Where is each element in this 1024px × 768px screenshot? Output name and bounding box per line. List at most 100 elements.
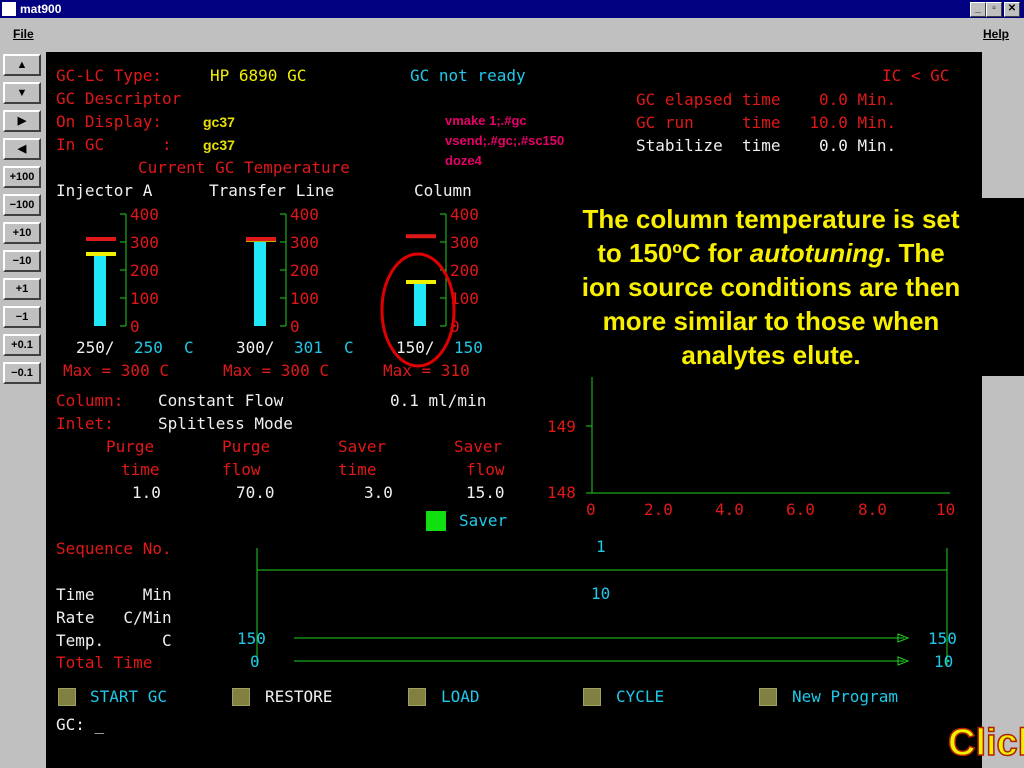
gauge-scale-label: 400: [450, 205, 479, 224]
gc-control-screen: GC-LC Type: HP 6890 GC GC not ready IC <…: [46, 52, 982, 768]
saver-flow-value[interactable]: 15.0: [466, 484, 505, 502]
injector-actual: 250/: [76, 338, 115, 357]
minimize-button[interactable]: _: [970, 2, 986, 17]
gc-status: GC not ready: [410, 66, 526, 85]
cycle-label[interactable]: CYCLE: [616, 688, 664, 706]
restore-checkbox[interactable]: [232, 688, 250, 706]
plot-x-tick-label: 6.0: [786, 500, 815, 519]
close-button[interactable]: ✕: [1004, 2, 1020, 17]
load-label[interactable]: LOAD: [441, 688, 480, 706]
column-highlight-circle: [380, 252, 456, 368]
window-titlebar: mat900 _ ▫ ✕: [0, 0, 1024, 18]
plus-100-button[interactable]: +100: [3, 166, 41, 188]
ic-gc-mode: IC < GC: [882, 66, 950, 85]
saver-flow-header-1: Saver: [454, 437, 503, 456]
temp-label: Temp. C: [56, 631, 172, 650]
gauge-scale-label: 200: [130, 261, 159, 280]
transfer-actual: 300/: [236, 338, 275, 357]
gauge-scale-label: 100: [130, 289, 159, 308]
plot-y-tick-label: 149: [547, 417, 576, 436]
callout-line-2: to 150ºC for autotuning. The: [518, 236, 1024, 270]
plus-0-1-button[interactable]: +0.1: [3, 334, 41, 356]
purge-flow-header-2: flow: [222, 460, 261, 479]
menu-bar: File Help: [0, 20, 1024, 48]
restore-label[interactable]: RESTORE: [265, 688, 332, 706]
purge-flow-value[interactable]: 70.0: [236, 484, 275, 502]
menu-help[interactable]: Help: [983, 27, 1009, 41]
zone-name-injector: Injector A: [56, 181, 153, 200]
annotation-callout: The column temperature is set to 150ºC f…: [518, 198, 1024, 376]
on-display-label: On Display:: [56, 112, 162, 131]
left-arrow-button[interactable]: ◀: [3, 138, 41, 160]
gc-command-prompt[interactable]: GC: _: [56, 716, 104, 734]
purge-time-value[interactable]: 1.0: [132, 484, 161, 502]
injector-set: 250: [134, 338, 163, 357]
right-arrow-button[interactable]: ▶: [3, 110, 41, 132]
saver-time-value[interactable]: 3.0: [364, 484, 393, 502]
pressure-plot: [586, 377, 950, 494]
app-icon: [2, 2, 16, 16]
new-program-checkbox[interactable]: [759, 688, 777, 706]
minus-0-1-button[interactable]: −0.1: [3, 362, 41, 384]
gauge-scale-label: 300: [290, 233, 319, 252]
temperature-bar: [254, 242, 266, 326]
plus-1-button[interactable]: +1: [3, 278, 41, 300]
callout-line-1: The column temperature is set: [582, 204, 960, 234]
step-button-panel: ▲ ▼ ▶ ◀ +100 −100 +10 −10 +1 −1 +0.1 −0.…: [0, 48, 46, 768]
gc-type-value: HP 6890 GC: [210, 66, 307, 85]
saver-flow-header-2: flow: [466, 460, 505, 479]
column-mode: Constant Flow: [158, 391, 284, 410]
gauge-scale-label: 300: [130, 233, 159, 252]
segment-time: 10: [591, 584, 611, 603]
in-gc-label: In GC :: [56, 135, 172, 154]
plot-x-tick-label: 2.0: [644, 500, 673, 519]
zone-name-transfer: Transfer Line: [209, 181, 335, 200]
gc-elapsed-time: GC elapsed time 0.0 Min.: [636, 90, 897, 109]
start-gc-label[interactable]: START GC: [90, 688, 167, 706]
purge-time-header-2: time: [121, 460, 160, 479]
temperature-title: Current GC Temperature: [138, 158, 350, 177]
command-line-1: vmake 1;.#gc: [445, 113, 527, 128]
plot-x-tick-label: 0: [586, 500, 596, 519]
window-title: mat900: [20, 2, 62, 16]
plus-10-button[interactable]: +10: [3, 222, 41, 244]
start-gc-checkbox[interactable]: [58, 688, 76, 706]
plot-x-tick-label: 4.0: [715, 500, 744, 519]
saver-time-header-1: Saver: [338, 437, 387, 456]
menu-file[interactable]: File: [13, 27, 34, 41]
new-program-label[interactable]: New Program: [792, 688, 898, 706]
stabilize-time: Stabilize time 0.0 Min.: [636, 136, 897, 155]
sequence-program-lines: [256, 548, 948, 666]
total-end: 10: [934, 652, 954, 671]
cycle-checkbox[interactable]: [583, 688, 601, 706]
transfer-max: Max = 300 C: [223, 361, 329, 380]
injector-max: Max = 300 C: [63, 361, 169, 380]
gc-descriptor-label: GC Descriptor: [56, 89, 182, 108]
transfer-set: 301: [294, 338, 323, 357]
plot-x-tick-label: 8.0: [858, 500, 887, 519]
maximize-button[interactable]: ▫: [986, 2, 1002, 17]
minus-1-button[interactable]: −1: [3, 306, 41, 328]
down-arrow-button[interactable]: ▼: [3, 82, 41, 104]
callout-line-2a: to 150ºC for: [597, 238, 750, 268]
saver-time-header-2: time: [338, 460, 377, 479]
gauge-scale-label: 400: [130, 205, 159, 224]
click-prompt[interactable]: Click: [947, 721, 1024, 765]
minus-10-button[interactable]: −10: [3, 250, 41, 272]
saver-checkbox[interactable]: [426, 511, 446, 531]
minus-100-button[interactable]: −100: [3, 194, 41, 216]
gauge-scale-label: 400: [290, 205, 319, 224]
up-arrow-button[interactable]: ▲: [3, 54, 41, 76]
on-display-value: gc37: [203, 114, 235, 130]
gauge-scale-label: 200: [290, 261, 319, 280]
callout-line-4: more similar to those when: [602, 306, 940, 336]
gc-type-label: GC-LC Type:: [56, 66, 162, 85]
plot-y-tick-label: 148: [547, 483, 576, 502]
temp-end: 150: [928, 629, 957, 648]
gauge-scale-label: 0: [130, 317, 140, 332]
callout-line-5: analytes elute.: [681, 340, 861, 370]
gauge-scale-label: 300: [450, 233, 479, 252]
load-checkbox[interactable]: [408, 688, 426, 706]
column-label: Column:: [56, 391, 124, 410]
gc-run-time: GC run time 10.0 Min.: [636, 113, 897, 132]
